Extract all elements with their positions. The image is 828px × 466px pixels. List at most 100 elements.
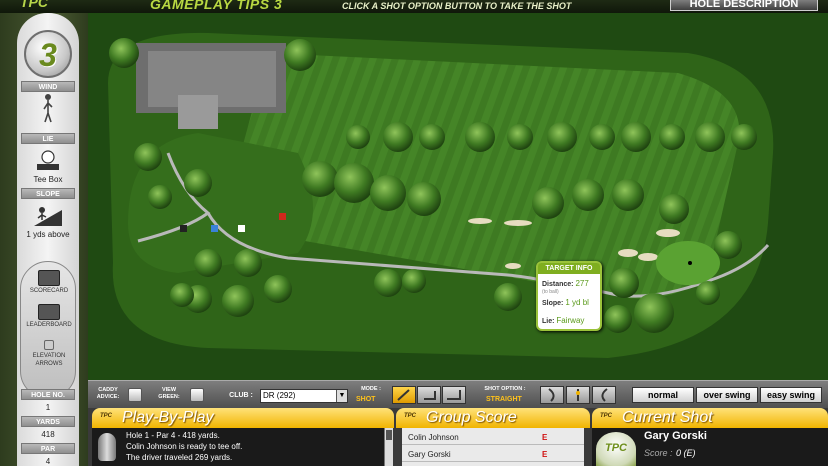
elevation-arrows-label: ELEVATION ARROWS xyxy=(32,353,66,367)
tpc-logo-small: TPC xyxy=(100,413,112,419)
shot-straight-button[interactable] xyxy=(566,386,590,404)
normal-swing-button[interactable]: normal xyxy=(632,387,694,403)
bunker xyxy=(656,229,680,237)
wind-label: WIND xyxy=(21,81,75,92)
putter-icon xyxy=(447,390,461,400)
current-shot-header: TPC Current Shot xyxy=(592,408,828,428)
elevation-arrows-checkbox[interactable] xyxy=(44,340,54,350)
club-select-value: DR (292) xyxy=(263,391,296,400)
slope-value: 1 yds above xyxy=(26,230,70,239)
over-swing-button[interactable]: over swing xyxy=(696,387,758,403)
mode-chip-button[interactable] xyxy=(417,386,441,404)
course-map[interactable]: TARGET INFO Distance: 277 (to ball) Slop… xyxy=(88,13,828,380)
caddy-advice-label: CADDY ADVICE: xyxy=(96,387,120,400)
target-info-title: TARGET INFO xyxy=(538,263,600,274)
group-score-table: Colin Johnson E Gary Gorski E xyxy=(402,428,584,466)
mode-shot-button[interactable] xyxy=(392,386,416,404)
mode-label: MODE : xyxy=(361,386,381,392)
tee-marker-blue[interactable] xyxy=(211,225,218,232)
target-distance-row: Distance: 277 xyxy=(542,279,589,288)
target-slope-value: 1 yd bl xyxy=(565,298,589,307)
player-score: E xyxy=(542,450,548,459)
target-info-card: TARGET INFO Distance: 277 (to ball) Slop… xyxy=(536,261,602,331)
table-row: Gary Gorski E xyxy=(402,448,584,462)
player-name: Colin Johnson xyxy=(408,433,459,442)
play-by-play-line: Hole 1 - Par 4 - 418 yards. xyxy=(126,431,220,440)
caddy-advice-icon[interactable] xyxy=(128,388,142,402)
flag-hole-icon xyxy=(688,261,692,265)
target-slope-label: Slope: xyxy=(542,300,564,307)
straight-icon xyxy=(576,389,580,401)
play-by-play-header: TPC Play-By-Play xyxy=(92,408,394,428)
scrollbar-thumb[interactable] xyxy=(386,430,392,440)
slope-label: SLOPE xyxy=(21,188,75,199)
shot-option-label: SHOT OPTION : xyxy=(484,386,526,392)
bunker xyxy=(638,253,658,261)
lie-value: Tee Box xyxy=(33,175,63,184)
play-by-play-line: The driver traveled 269 yards. xyxy=(126,453,233,462)
hole-no-label: HOLE NO. xyxy=(21,389,75,400)
hole-description-button[interactable]: HOLE DESCRIPTION xyxy=(670,0,818,11)
group-score-title: Group Score xyxy=(426,409,517,426)
current-score-label: Score : xyxy=(644,448,673,458)
target-distance-sub: (to ball) xyxy=(542,289,559,295)
current-player-name: Gary Gorski xyxy=(644,430,707,442)
tee-marker-red[interactable] xyxy=(279,213,286,220)
bunker xyxy=(505,263,521,269)
lie-label: LIE xyxy=(21,133,75,144)
play-by-play-title: Play-By-Play xyxy=(122,409,214,426)
tee-marker-black[interactable] xyxy=(180,225,187,232)
play-by-play-log: Hole 1 - Par 4 - 418 yards. Colin Johnso… xyxy=(92,428,388,466)
fade-icon xyxy=(548,388,555,402)
scorecard-label: SCORECARD xyxy=(29,288,69,294)
easy-swing-button[interactable]: easy swing xyxy=(760,387,822,403)
shot-fade-button[interactable] xyxy=(540,386,564,404)
hole-number-ball: 3 xyxy=(24,30,72,78)
bunker xyxy=(504,220,532,226)
chip-icon xyxy=(424,391,436,400)
tpc-badge-icon: TPC xyxy=(596,432,636,466)
mode-value: SHOT xyxy=(356,396,376,403)
scorecard-button[interactable]: SCORECARD xyxy=(21,270,77,294)
left-panel: 3 WIND LIE Tee Box SLOPE 1 yds above SCO… xyxy=(0,13,88,466)
hole-no-value: 1 xyxy=(45,403,51,412)
tpc-logo: TPC xyxy=(20,0,48,10)
view-green-icon[interactable] xyxy=(190,388,204,402)
club-label: CLUB : xyxy=(229,392,253,399)
shot-option-value: STRAIGHT xyxy=(486,396,522,403)
course-map-svg xyxy=(88,13,828,380)
bunker xyxy=(468,218,492,224)
current-shot-panel: TPC Gary Gorski Score : 0 (E) xyxy=(592,428,828,466)
yards-label: YARDS xyxy=(21,416,75,427)
table-row: Colin Johnson E xyxy=(402,431,584,445)
bottom-panels: TPC Play-By-Play Hole 1 - Par 4 - 418 ya… xyxy=(88,408,828,466)
scorecard-icon xyxy=(38,270,60,286)
tpc-logo-small: TPC xyxy=(600,413,612,419)
nav-group: SCORECARD LEADERBOARD ELEVATION ARROWS xyxy=(20,261,76,399)
target-lie-row: Lie: Fairway xyxy=(542,316,584,325)
clubhouse-wing xyxy=(178,95,218,129)
player-name: Gary Gorski xyxy=(408,450,451,459)
tee-marker-white[interactable] xyxy=(238,225,245,232)
instruction-text: CLICK A SHOT OPTION BUTTON TO TAKE THE S… xyxy=(342,1,572,11)
top-banner: TPC GAMEPLAY TIPS 3 CLICK A SHOT OPTION … xyxy=(0,0,828,13)
mode-putt-button[interactable] xyxy=(442,386,466,404)
microphone-icon xyxy=(98,433,116,461)
shot-draw-button[interactable] xyxy=(592,386,616,404)
par-label: PAR xyxy=(21,443,75,454)
player-score: E xyxy=(542,433,548,442)
leaderboard-button[interactable]: LEADERBOARD xyxy=(21,304,77,328)
club-select[interactable]: DR (292) ▼ xyxy=(260,389,348,403)
page-title: GAMEPLAY TIPS 3 xyxy=(150,0,283,12)
wind-figure-icon xyxy=(42,93,54,123)
slope-icon xyxy=(32,202,64,228)
view-green-label: VIEW GREEN: xyxy=(158,387,180,400)
par-value: 4 xyxy=(45,457,51,466)
draw-icon xyxy=(601,388,608,402)
yards-value: 418 xyxy=(41,430,55,439)
elevation-arrows-button[interactable]: ELEVATION ARROWS xyxy=(21,340,77,368)
target-lie-value: Fairway xyxy=(556,316,585,325)
chevron-down-icon[interactable]: ▼ xyxy=(336,390,347,402)
current-shot-title: Current Shot xyxy=(622,409,713,426)
play-by-play-scrollbar[interactable] xyxy=(384,428,393,466)
